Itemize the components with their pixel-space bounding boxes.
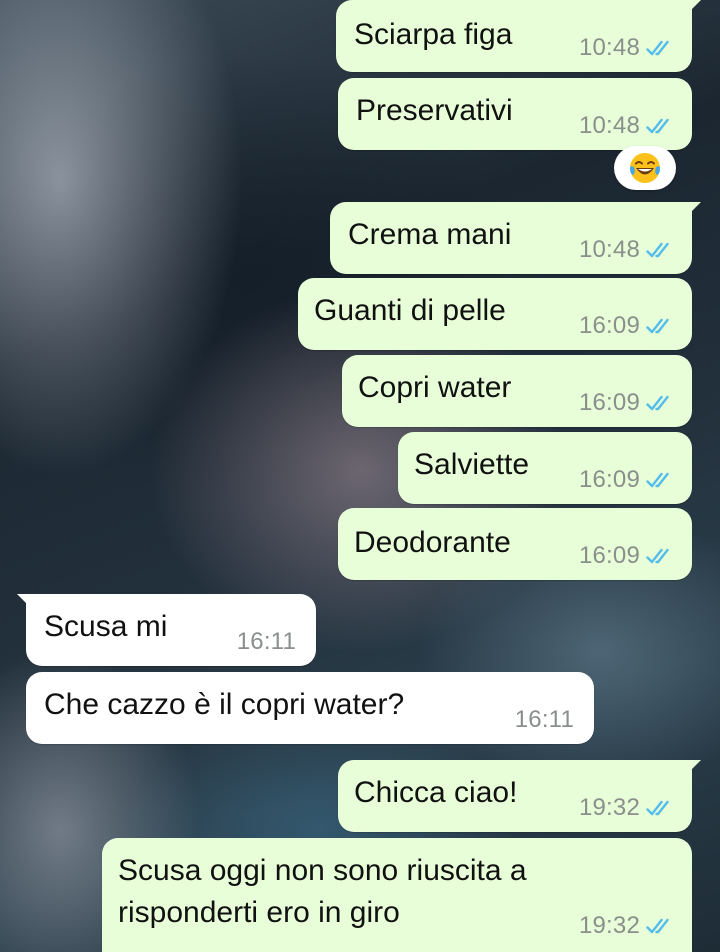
message-bubble-outgoing[interactable]: Crema mani 10:48 [330,202,701,274]
double-check-icon [646,241,676,259]
message-time: 10:48 [578,34,640,61]
message-time: 10:48 [578,236,640,263]
message-text: Guanti di pelle [314,294,506,327]
message-bubble-outgoing[interactable]: Deodorante 16:09 [338,508,692,580]
message-time: 19:32 [578,794,640,821]
message-text: Chicca ciao! [354,776,518,809]
message-text: Salviette [414,448,530,481]
message-bubble-outgoing[interactable]: Scusa oggi non sono riuscita a risponder… [102,838,692,952]
message-time: 16:09 [578,389,640,416]
message-bubble-outgoing[interactable]: Chicca ciao! 19:32 [338,760,701,832]
double-check-icon [646,117,676,135]
message-text-line: risponderti ero in giro [118,896,400,929]
message-meta: 16:09 [579,312,676,340]
message-text: Sciarpa figa [354,18,513,51]
message-time: 19:32 [578,912,640,939]
message-time: 16:09 [578,542,640,569]
message-time: 16:11 [236,628,296,655]
message-text: Crema mani [348,218,512,251]
message-bubble-outgoing[interactable]: Sciarpa figa 10:48 [336,0,701,72]
message-text-line: Scusa oggi non sono riuscita a [118,854,527,887]
message-bubble-incoming[interactable]: Scusa mi 16:11 [17,594,316,666]
message-text: Preservativi [356,94,513,127]
message-meta: 19:32 [579,794,676,822]
double-check-icon [646,547,676,565]
message-meta: 16:11 [237,628,296,656]
message-text: Che cazzo è il copri water? [44,688,405,721]
message-meta: 10:48 [579,34,676,62]
double-check-icon [646,799,676,817]
message-meta: 16:11 [515,706,574,734]
message-text: Copri water [358,371,512,404]
message-meta: 10:48 [579,236,676,264]
double-check-icon [646,39,676,57]
message-reaction[interactable] [614,146,676,190]
double-check-icon [646,471,676,489]
message-meta: 16:09 [579,466,676,494]
message-meta: 16:09 [579,389,676,417]
message-time: 16:09 [578,466,640,493]
message-bubble-outgoing[interactable]: Guanti di pelle 16:09 [298,278,692,350]
message-meta: 10:48 [579,112,676,140]
face-with-tears-of-joy-icon [630,153,660,183]
message-time: 16:09 [578,312,640,339]
message-bubble-outgoing[interactable]: Preservativi 10:48 [338,78,692,150]
double-check-icon [646,394,676,412]
message-text: Deodorante [354,526,511,559]
message-text: Scusa mi [44,610,168,643]
message-bubble-outgoing[interactable]: Salviette 16:09 [398,432,692,504]
message-time: 16:11 [514,706,574,733]
message-bubble-incoming[interactable]: Che cazzo è il copri water? 16:11 [26,672,594,744]
message-meta: 16:09 [579,542,676,570]
message-meta: 19:32 [579,912,676,940]
chat-conversation[interactable]: Sciarpa figa 10:48 Preservativi 10:48 Cr… [0,0,720,952]
message-time: 10:48 [578,112,640,139]
message-bubble-outgoing[interactable]: Copri water 16:09 [342,355,692,427]
double-check-icon [646,917,676,935]
double-check-icon [646,317,676,335]
